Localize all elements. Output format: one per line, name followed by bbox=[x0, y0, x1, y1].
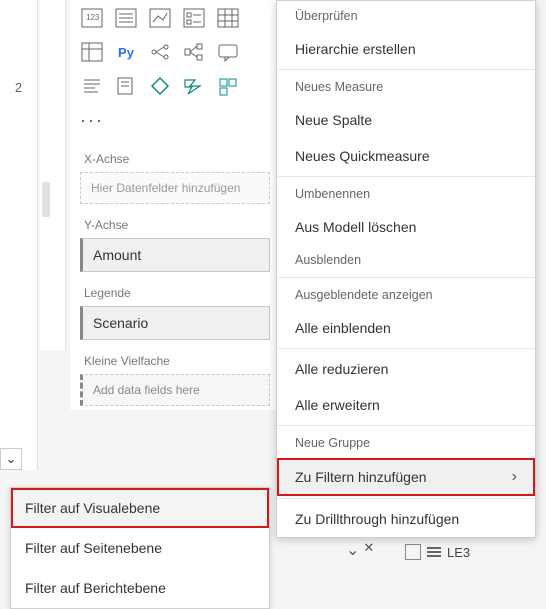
legend-label: Legende bbox=[70, 276, 280, 306]
viz-icon-kpi[interactable] bbox=[146, 4, 174, 32]
filter-report-level[interactable]: Filter auf Berichtebene bbox=[11, 568, 269, 608]
close-icon[interactable]: ✕ bbox=[363, 540, 374, 560]
menu-collapse-all[interactable]: Alle reduzieren bbox=[277, 351, 535, 387]
menu-separator bbox=[277, 498, 535, 499]
menu-new-group[interactable]: Neue Gruppe bbox=[277, 428, 535, 458]
menu-separator bbox=[277, 348, 535, 349]
menu-rename[interactable]: Umbenennen bbox=[277, 179, 535, 209]
menu-add-to-drillthrough[interactable]: Zu Drillthrough hinzufügen bbox=[277, 501, 535, 537]
chevron-down-icon[interactable]: ⌄ bbox=[346, 540, 359, 560]
page-number: 2 bbox=[0, 80, 37, 95]
field-context-menu: Überprüfen Hierarchie erstellen Neues Me… bbox=[276, 0, 536, 538]
field-label: LE3 bbox=[447, 545, 470, 560]
filter-visual-level[interactable]: Filter auf Visualebene bbox=[11, 488, 269, 528]
y-axis-label: Y-Achse bbox=[70, 208, 280, 238]
viz-icon-narrative[interactable] bbox=[78, 72, 106, 100]
menu-unhide-all[interactable]: Alle einblenden bbox=[277, 310, 535, 346]
panel-resize-handle[interactable] bbox=[42, 182, 50, 217]
viz-icon-more[interactable]: ··· bbox=[78, 106, 106, 134]
viz-icon-slicer[interactable] bbox=[180, 4, 208, 32]
chevron-right-icon: › bbox=[512, 468, 517, 486]
menu-expand-all[interactable]: Alle erweitern bbox=[277, 387, 535, 423]
x-axis-label: X-Achse bbox=[70, 142, 280, 172]
menu-check[interactable]: Überprüfen bbox=[277, 1, 535, 31]
table-field-icon bbox=[427, 547, 441, 557]
viz-icon-card[interactable]: 123 bbox=[78, 4, 106, 32]
menu-separator bbox=[277, 176, 535, 177]
viz-icon-key-influencers[interactable] bbox=[146, 38, 174, 66]
viz-icon-table[interactable] bbox=[214, 4, 242, 32]
menu-show-hidden[interactable]: Ausgeblendete anzeigen bbox=[277, 280, 535, 310]
menu-create-hierarchy[interactable]: Hierarchie erstellen bbox=[277, 31, 535, 67]
menu-new-column[interactable]: Neue Spalte bbox=[277, 102, 535, 138]
viz-type-grid: 123 Py ··· bbox=[70, 0, 280, 142]
menu-separator bbox=[277, 69, 535, 70]
x-axis-well[interactable]: Hier Datenfelder hinzufügen bbox=[80, 172, 270, 204]
menu-add-to-filters[interactable]: Zu Filtern hinzufügen › bbox=[277, 458, 535, 496]
menu-separator bbox=[277, 277, 535, 278]
viz-icon-matrix[interactable] bbox=[78, 38, 106, 66]
svg-text:123: 123 bbox=[86, 13, 100, 22]
filter-level-menu: Filter auf Visualebene Filter auf Seiten… bbox=[10, 487, 270, 609]
menu-add-to-filters-label: Zu Filtern hinzufügen bbox=[295, 469, 427, 485]
viz-icon-paginated[interactable] bbox=[112, 72, 140, 100]
viz-icon-automate[interactable] bbox=[180, 72, 208, 100]
viz-icon-decomposition[interactable] bbox=[180, 38, 208, 66]
checkbox-icon[interactable] bbox=[405, 544, 421, 560]
expand-button[interactable]: ⌄ bbox=[0, 448, 22, 470]
filter-page-level[interactable]: Filter auf Seitenebene bbox=[11, 528, 269, 568]
menu-separator bbox=[277, 425, 535, 426]
y-axis-well[interactable]: Amount bbox=[80, 238, 270, 272]
collapsed-panel-strip[interactable] bbox=[40, 0, 66, 350]
menu-hide[interactable]: Ausblenden bbox=[277, 245, 535, 275]
chevron-down-icon: ⌄ bbox=[6, 451, 17, 467]
page-thumbnail-strip: 2 ⌄ bbox=[0, 0, 38, 470]
small-multiples-label: Kleine Vielfache bbox=[70, 344, 280, 374]
viz-icon-multirow[interactable] bbox=[112, 4, 140, 32]
menu-new-measure[interactable]: Neues Measure bbox=[277, 72, 535, 102]
field-item-le3[interactable]: LE3 bbox=[405, 544, 470, 560]
legend-well[interactable]: Scenario bbox=[80, 306, 270, 340]
visualizations-panel: 123 Py ··· X-Achse Hier Datenfelder hinz… bbox=[70, 0, 280, 410]
menu-new-quickmeasure[interactable]: Neues Quickmeasure bbox=[277, 138, 535, 174]
viz-icon-python[interactable]: Py bbox=[112, 38, 140, 66]
field-well-controls: ⌄ ✕ bbox=[346, 540, 374, 560]
viz-icon-qa[interactable] bbox=[214, 38, 242, 66]
viz-icon-powerapps[interactable] bbox=[146, 72, 174, 100]
small-multiples-well[interactable]: Add data fields here bbox=[80, 374, 270, 406]
menu-delete-from-model[interactable]: Aus Modell löschen bbox=[277, 209, 535, 245]
viz-icon-custom[interactable] bbox=[214, 72, 242, 100]
